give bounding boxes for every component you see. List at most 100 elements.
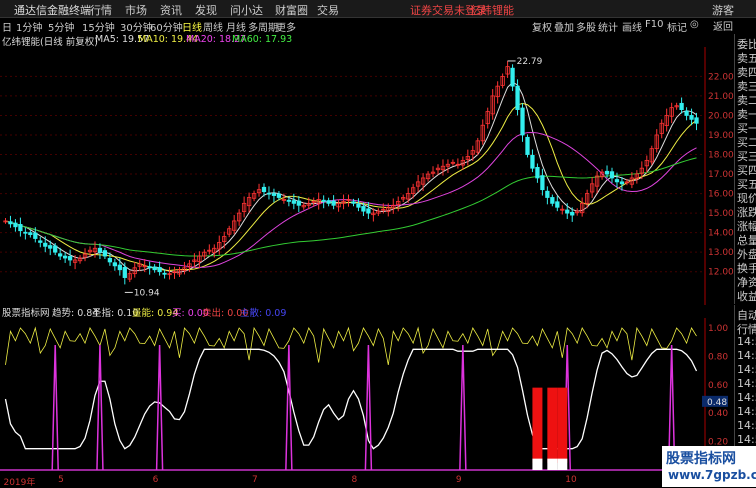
period-day-short[interactable]: 日 [2,19,12,34]
sell-signal-bar [547,387,558,463]
candle-body [23,231,28,234]
candle-body [33,232,38,239]
back-button[interactable]: 返回 [713,18,733,33]
candle-body [58,253,63,257]
menu-discover[interactable]: 发现 [195,2,217,18]
candle-body [679,102,684,110]
tick-label: 14:56 [737,377,756,390]
period-toolbar: 日 1分钟 5分钟 15分钟 30分钟 60分钟 日线 周线 月线 多周期 更多… [0,18,756,34]
period-30min[interactable]: 30分钟 [120,19,153,34]
power-line [5,326,697,365]
candle-body [356,203,361,208]
candle-body [361,206,366,212]
candle-body [286,199,291,202]
period-more[interactable]: 更多 [276,19,296,34]
menu-news[interactable]: 资讯 [160,2,182,18]
tool-adjust[interactable]: 复权 [532,19,552,34]
tool-multi[interactable]: 多股 [576,19,596,34]
candle-body [107,258,113,263]
period-daily[interactable]: 日线 [182,19,202,34]
candle-body [689,115,694,120]
candle-body [321,199,326,202]
period-15min[interactable]: 15分钟 [82,19,115,34]
price-chart[interactable]: 12.00 13.00 14.00 15.00 16.00 17.00 18.00 19.00… [0,47,734,305]
tool-settings[interactable]: ◎ [690,19,699,30]
promo-stock[interactable]: 亿纬锂能 [470,2,514,18]
x-tick-label: 5 [58,475,64,485]
watermark-title: 股票指标网 [666,451,736,467]
candle-body [684,110,689,116]
candle-body [63,255,68,259]
candle-body [520,107,525,136]
candle-body [570,211,575,216]
price-tick-label: 16.00 [708,190,734,200]
price-tick-label: 22.00 [708,72,734,82]
candle-body [117,264,122,271]
signal-spike [51,345,59,471]
tool-draw[interactable]: 画线 [622,19,642,34]
menu-fortune[interactable]: 财富圈 [275,2,308,18]
candle-body [545,190,550,198]
candle-body [97,247,103,253]
period-multi[interactable]: 多周期 [248,19,278,34]
price-annotation: 10.94 [134,288,160,298]
menu-ask[interactable]: 问小达 [230,2,263,18]
candle-body [619,181,625,185]
tick-label: 14:56 [737,405,756,418]
ma60-value: MA60: 17.93 [232,34,293,45]
period-1min[interactable]: 1分钟 [16,19,42,34]
signal-spike [96,345,104,471]
watermark-url: www.7gpzb.com [668,468,756,482]
candle-body [296,200,301,206]
candle-body [326,200,331,204]
candle-body [609,171,615,179]
period-monthly[interactable]: 月线 [226,19,246,34]
menu-trade[interactable]: 交易 [317,2,339,18]
watermark: 股票指标网 www.7gpzb.com [662,446,756,487]
signal-base-block [557,458,568,470]
tick-label: 14:56 [737,433,756,446]
tick-label: 14:56 [737,349,756,362]
indicator-chart[interactable]: 1.000.800.600.400.200.48 [0,318,734,474]
signal-spike [364,345,373,471]
period-5min[interactable]: 5分钟 [48,19,74,34]
tool-f10[interactable]: F10 [645,19,663,30]
menu-quotes[interactable]: 行情 [90,2,112,18]
candle-body [604,170,610,175]
price-tick-label: 17.00 [708,170,734,180]
candle-body [28,232,33,235]
candle-body [291,200,296,204]
period-60min[interactable]: 60分钟 [150,19,183,34]
candle-body [67,256,73,261]
candle-body [614,179,620,183]
period-weekly[interactable]: 周线 [203,19,223,34]
candle-body [351,201,356,204]
indicator-name: 股票指标网 [2,308,50,319]
candle-body [266,192,272,195]
signal-spike [459,345,467,471]
signal-spike [155,345,164,471]
tool-overlay[interactable]: 叠加 [554,19,574,34]
candle-body [48,245,53,249]
indicator-info-bar: 股票指标网 趋势: 0.84 圣指: 0.10 量能: 0.94 买: 0.00… [0,305,705,319]
quote-panel: 委比 卖五 卖四 卖三 卖二 卖一 买一 买二 买三 买四 买五 现价 涨跌 涨幅 总量 外盘 换手 净资 收益 [734,34,756,304]
candle-body [535,167,540,179]
trend-line [4,348,698,450]
candle-body [13,222,18,228]
x-axis: 2019年567891011 [0,475,705,488]
menu-market[interactable]: 市场 [125,2,147,18]
candle-body [540,175,545,191]
candle-body [276,193,282,198]
current-value-label: 0.48 [707,398,727,408]
tool-mark[interactable]: 标记 [667,19,687,34]
x-tick-label: 6 [152,475,159,485]
candle-body [550,197,555,204]
candle-body [122,267,127,278]
candle-body [555,201,560,208]
candle-body [694,117,699,124]
tool-stats[interactable]: 统计 [598,19,618,34]
candle-body [271,193,277,196]
price-tick-label: 20.00 [708,111,734,121]
indicator-tick-label: 0.80 [708,352,728,362]
guest-label[interactable]: 游客 [712,2,734,18]
